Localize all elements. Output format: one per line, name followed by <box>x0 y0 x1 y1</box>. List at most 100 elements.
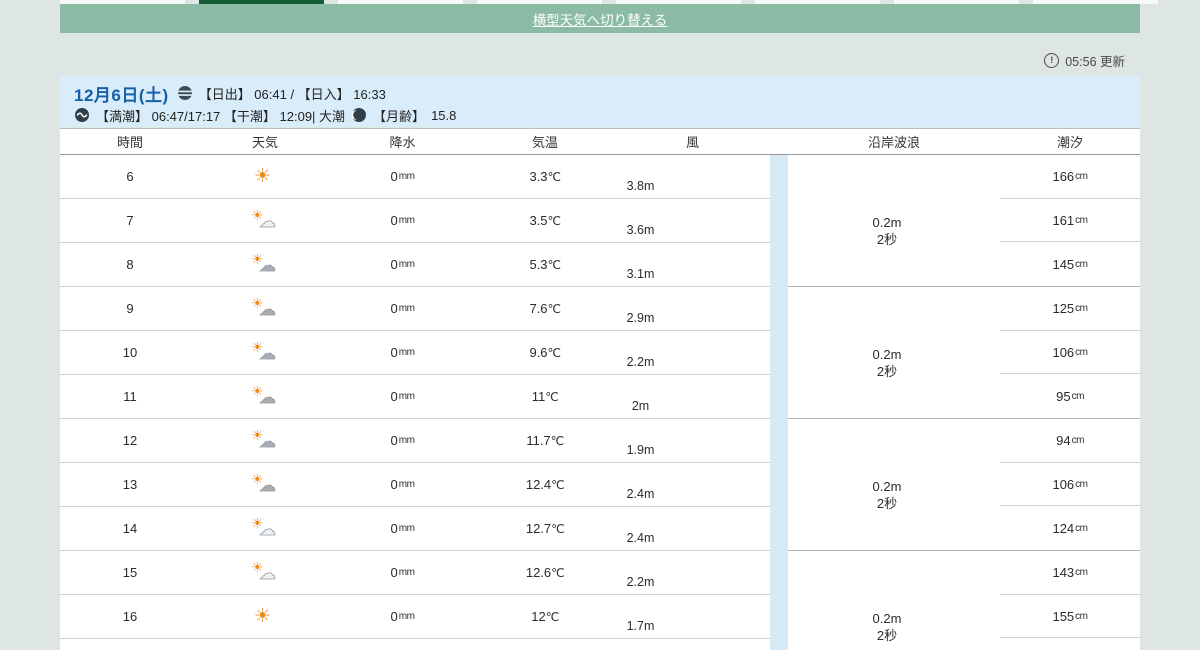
wave-height: 0.2m <box>872 215 902 231</box>
wind-indicator: 2.2m <box>627 556 655 589</box>
sun-cloud-icon: ☀ ☁ <box>251 296 279 321</box>
tide-value: 106 <box>1052 344 1075 360</box>
wind-cell: 3.8m <box>615 155 770 198</box>
cloud-glyph: ☁ <box>259 431 277 452</box>
tide-value: 94 <box>1056 432 1071 448</box>
tide-unit: cm <box>1075 170 1088 182</box>
tide-cell: 145 cm <box>1000 242 1140 286</box>
temp-value: 7.6 <box>529 301 548 316</box>
wind-direction-arrow-icon <box>629 554 651 578</box>
time-cell: 7 <box>126 213 134 228</box>
wind-direction-arrow-icon <box>630 158 651 181</box>
wind-indicator: 2.4m <box>627 512 655 545</box>
layout-switch-banner: 横型天気へ切り替える <box>60 4 1140 33</box>
forecast-table-header: 時間 天気 降水 気温 風 沿岸波浪 潮汐 <box>60 128 1140 155</box>
table-row: 6 ☀ 0 mm 3.3 ℃ 3.8m <box>60 155 770 199</box>
temp-value: 11 <box>531 389 546 404</box>
temp-cell: 12.6 ℃ <box>475 551 615 594</box>
column-header: 降水 <box>389 135 416 150</box>
temp-unit: ℃ <box>547 301 561 316</box>
table-row: 11 ☀ ☁ 0 mm 11 ℃ 2m <box>60 375 770 419</box>
temp-value: 9.6 <box>529 345 548 360</box>
cloud-glyph: ☁ <box>259 343 277 364</box>
tide-unit: cm <box>1075 346 1088 358</box>
precip-unit: mm <box>398 435 415 446</box>
precip-value: 0 <box>390 521 398 536</box>
coastal-wave-cell: 0.2m 2秒 <box>788 155 1000 286</box>
wind-direction-arrow-icon <box>633 380 648 399</box>
wind-direction-arrow-icon <box>629 510 651 534</box>
sunrise-sunset-text: 【日出】 06:41 / 【日入】 16:33 <box>198 86 386 102</box>
wind-indicator: 2m <box>632 380 649 413</box>
switch-to-horizontal-link[interactable]: 横型天気へ切り替える <box>533 9 668 29</box>
wind-speed: 3.6m <box>626 223 655 238</box>
sun-cloud-icon: ☀ ☁ <box>251 252 279 277</box>
table-row: 12 ☀ ☁ 0 mm 11.7 ℃ 1.9m <box>60 419 770 463</box>
tide-subcolumn: 94 cm 106 cm 124 cm <box>1000 419 1140 550</box>
wind-speed: 1.7m <box>626 619 655 634</box>
precip-cell: 0 mm <box>330 551 475 594</box>
weather-cell: ☀ ☁ <box>200 463 330 506</box>
wind-direction-arrow-icon <box>630 290 652 314</box>
precip-cell: 0 mm <box>330 507 475 550</box>
precip-cell: 0 mm <box>330 243 475 286</box>
precip-unit: mm <box>398 303 415 314</box>
time-cell: 9 <box>126 301 134 316</box>
moon-age-value: 15.8 <box>431 107 457 123</box>
wind-direction-arrow-icon <box>631 599 649 620</box>
temp-unit: ℃ <box>551 521 565 536</box>
wind-indicator: 3.6m <box>627 204 655 237</box>
temp-value: 3.5 <box>529 213 548 228</box>
date-header: 12月6日(土) 【日出】 06:41 / 【日入】 16:33 【満潮】 06… <box>60 76 1140 127</box>
sun-cloud-icon: ☀ ☁ <box>251 428 279 453</box>
tide-unit: cm <box>1075 566 1088 578</box>
wind-speed: 1.9m <box>626 443 655 458</box>
forecast-rows: 6 ☀ 0 mm 3.3 ℃ 3.8m 7 ☀ ☁ 0 mm 3.5 ℃ 3.6m 8 ☀ ☁ 0 mm 5.3 ℃ 3.1… <box>60 155 770 650</box>
temp-unit: ℃ <box>550 433 564 448</box>
temp-value: 12.7 <box>525 521 552 536</box>
cloud-glyph: ☁ <box>259 211 277 232</box>
precip-cell: 0 mm <box>330 419 475 462</box>
column-header: 気温 <box>531 135 558 150</box>
precip-cell <box>330 639 475 650</box>
wave-group-row: 0.2m 2秒 143 cm 155 cm <box>788 551 1140 650</box>
time-cell <box>60 639 200 650</box>
wind-speed: 2.4m <box>626 487 655 502</box>
wave-direction-arrow-icon <box>873 321 901 349</box>
weather-cell: ☀ ☁ <box>200 551 330 594</box>
tide-value: 125 <box>1052 300 1075 316</box>
time-cell: 12 <box>122 433 138 448</box>
temp-unit: ℃ <box>547 257 561 272</box>
wave-height: 0.2m <box>872 347 902 363</box>
wind-cell: 2.9m <box>615 287 770 330</box>
precip-unit: mm <box>398 523 415 534</box>
precip-cell: 0 mm <box>330 155 475 198</box>
updated-time-label: 05:56 更新 <box>1065 55 1125 69</box>
wind-direction-arrow-icon <box>631 423 650 445</box>
sun-icon: ☀ <box>251 605 279 629</box>
time-cell: 14 <box>122 521 138 536</box>
wave-tide-section: 0.2m 2秒 166 cm 161 cm 145 cm 0.2m 2秒 125 cm 106 cm 95 c… <box>788 155 1140 650</box>
temp-value: 5.3 <box>529 257 548 272</box>
column-header: 沿岸波浪 <box>867 135 920 150</box>
sun-cloud-icon: ☀ ☁ <box>251 384 279 409</box>
wind-cell: 1.9m <box>615 419 770 462</box>
wind-cell: 2m <box>615 375 770 418</box>
wind-direction-arrow-icon <box>630 202 651 225</box>
precip-unit: mm <box>398 391 415 402</box>
tide-unit: cm <box>1075 610 1088 622</box>
moon-age-label: 【月齢】 <box>373 108 426 124</box>
wind-indicator: 3.1m <box>627 248 655 281</box>
tide-value: 124 <box>1052 520 1075 536</box>
precip-value: 0 <box>390 433 398 448</box>
precip-cell: 0 mm <box>330 463 475 506</box>
precip-unit: mm <box>398 611 415 622</box>
time-cell: 16 <box>122 609 138 624</box>
tide-cell: 106 cm <box>1000 331 1140 375</box>
precip-value: 0 <box>390 389 398 404</box>
coastal-wave-cell: 0.2m 2秒 <box>788 419 1000 550</box>
tide-unit: cm <box>1075 214 1088 226</box>
weather-cell: ☀ <box>200 595 330 638</box>
tide-cell: 155 cm <box>1000 595 1140 639</box>
wave-height: 0.2m <box>872 479 902 495</box>
